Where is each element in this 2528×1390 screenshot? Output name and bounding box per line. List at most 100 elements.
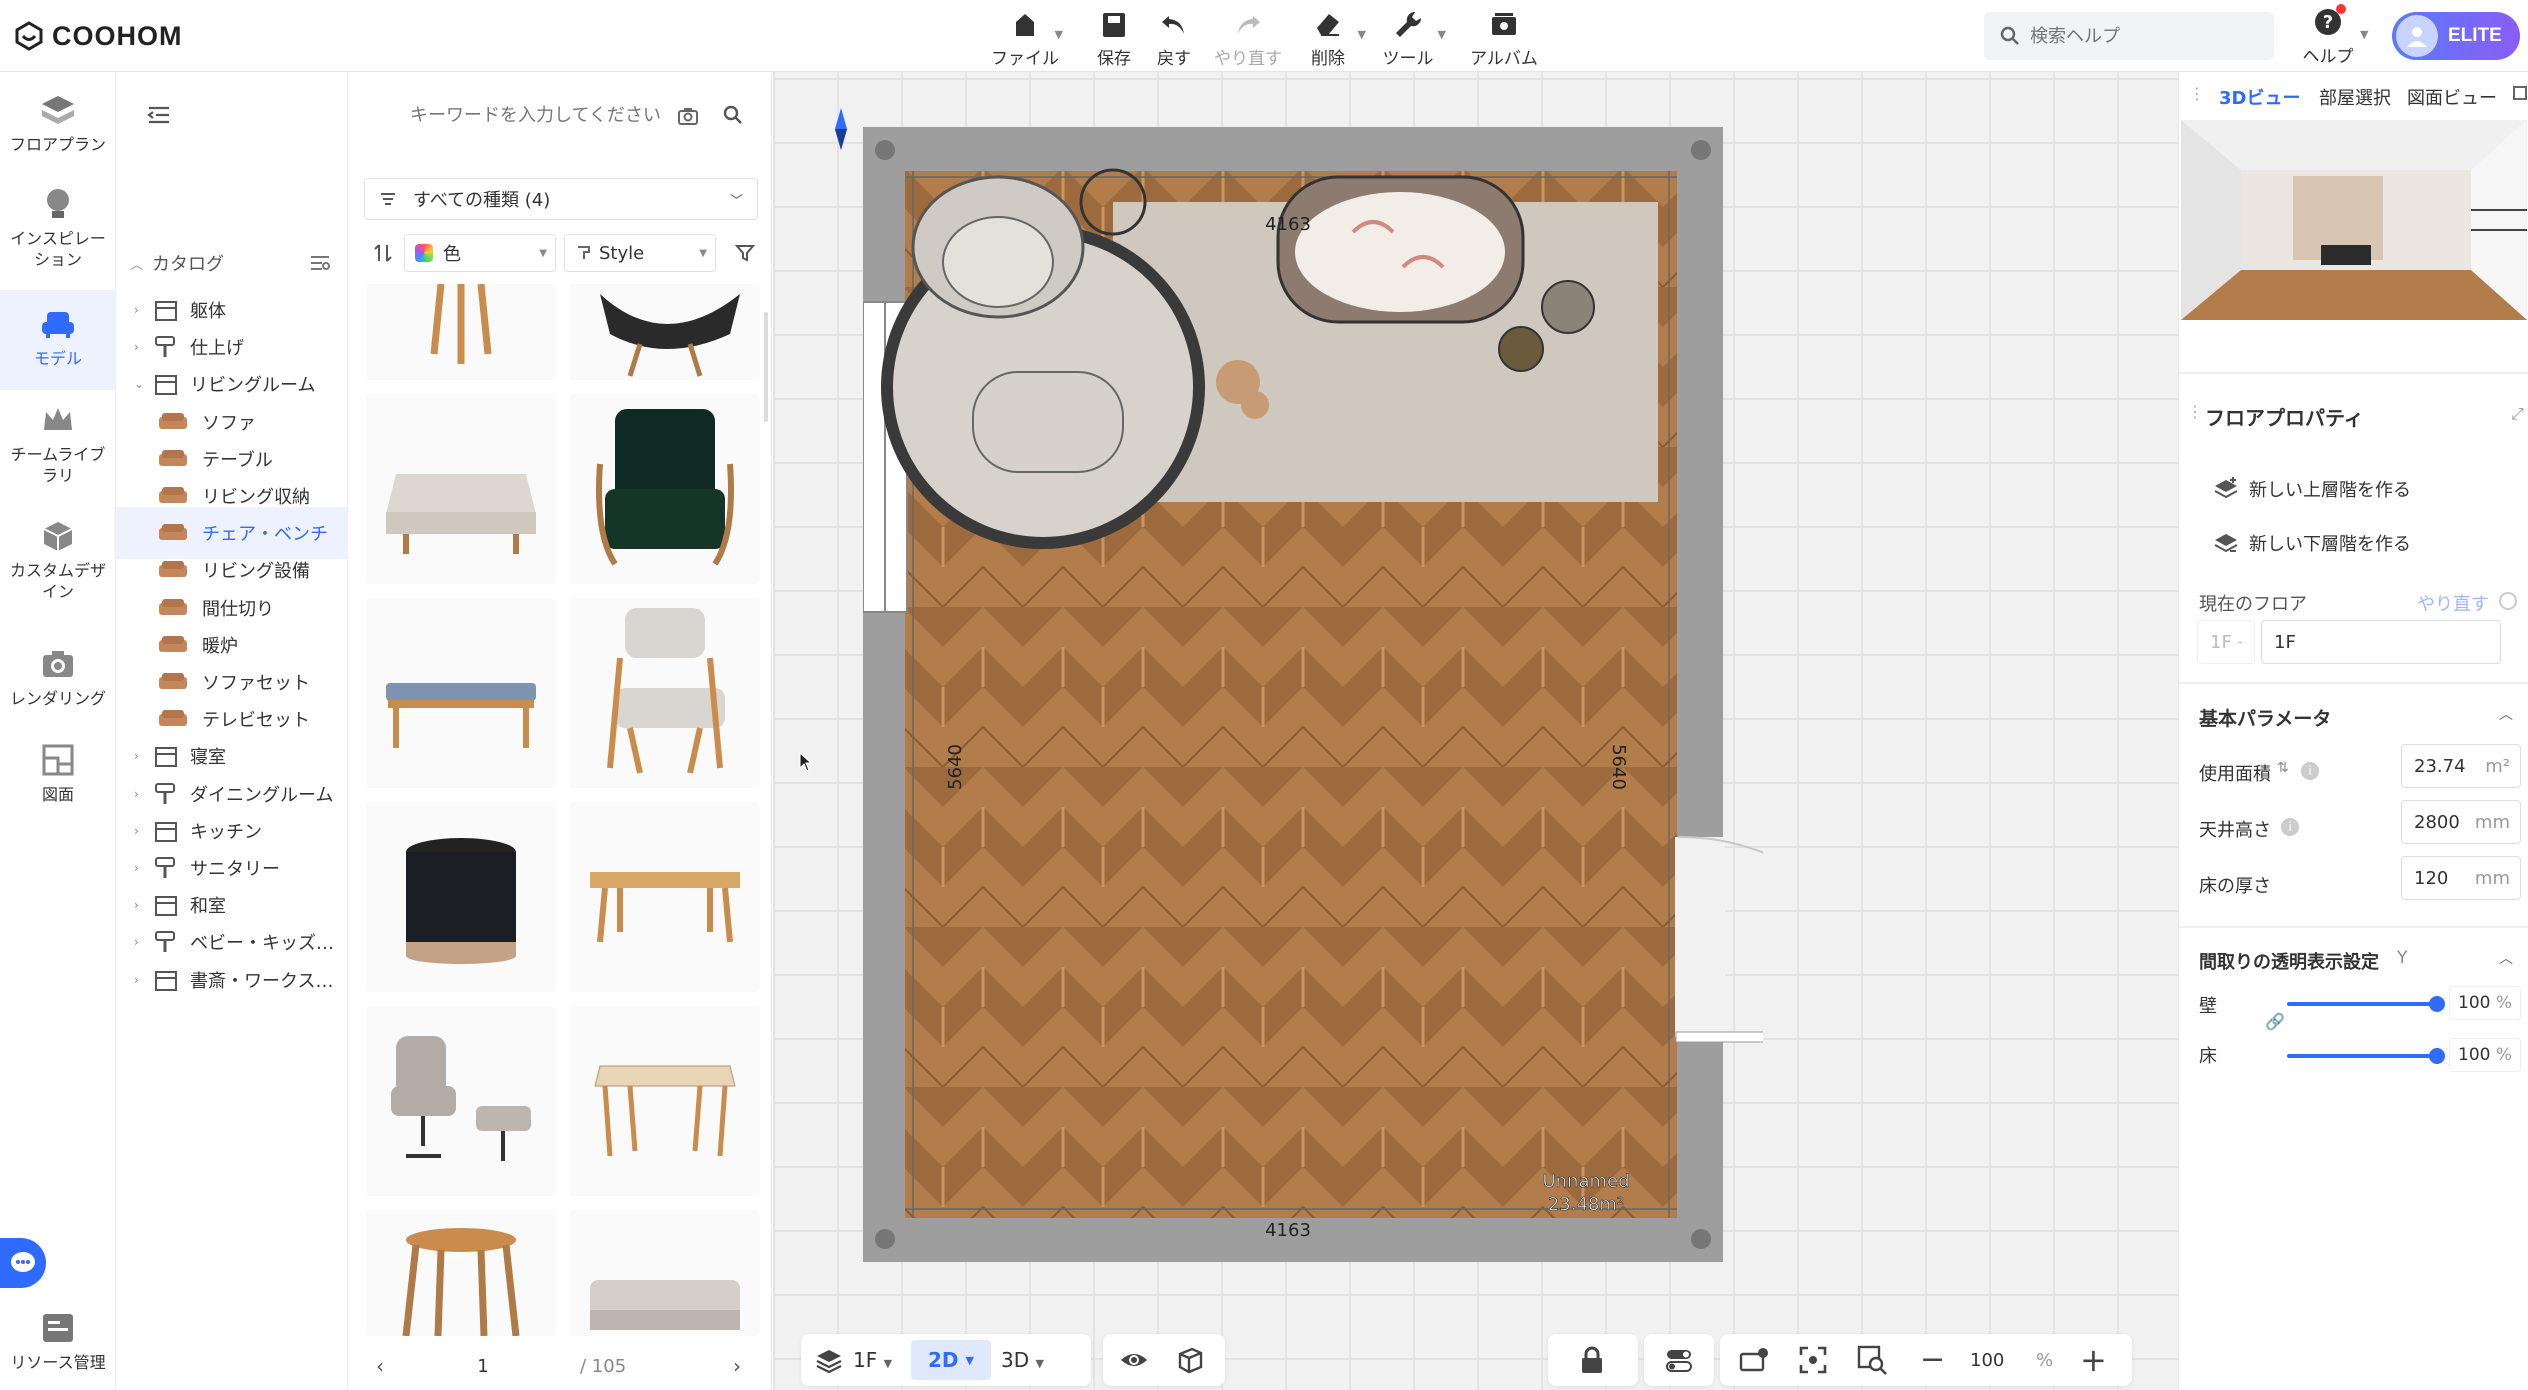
catalog-settings-icon[interactable] [308,251,332,275]
box-view-icon[interactable] [1175,1345,1205,1375]
slider-handle[interactable] [2429,996,2445,1012]
album-button[interactable]: アルバム [1464,6,1544,69]
expand-panel-icon[interactable] [2513,86,2527,100]
zoom-in-button[interactable]: + [2080,1344,2107,1376]
product-thumbnail[interactable] [570,802,760,992]
delete-button[interactable]: 削除 ▼ [1288,6,1368,69]
floor-name-input[interactable]: 1F [2261,620,2501,664]
fit-view-icon[interactable] [1798,1345,1828,1375]
search-icon[interactable] [722,104,744,126]
new-lower-floor-button[interactable]: 新しい下層階を作る [2213,530,2411,556]
image-search-camera-icon[interactable] [676,104,700,128]
area-unit: m² [2485,755,2510,777]
rail-item-model[interactable]: モデル [0,290,116,390]
product-thumbnail[interactable] [570,1210,760,1336]
eye-icon[interactable] [1119,1345,1149,1375]
layers-icon[interactable] [815,1346,843,1374]
product-thumbnail[interactable] [570,394,760,584]
3d-preview[interactable] [2181,120,2527,368]
prev-page-icon[interactable]: ‹ [376,1354,384,1378]
help-search-box[interactable] [1984,12,2274,60]
product-thumbnail[interactable] [366,284,556,380]
view-2d-toggle[interactable]: 2D ▼ [911,1340,991,1380]
rail-item-custom-design[interactable]: カスタムデザイン [0,516,116,626]
product-thumbnail[interactable] [366,802,556,992]
redo-button[interactable]: やり直す [1208,6,1288,69]
chevron-down-icon[interactable]: ▼ [2360,28,2368,41]
drag-handle-icon[interactable]: ⋮ [2189,84,2205,103]
rail-label: モデル [33,349,82,368]
design-canvas[interactable]: 4163 4163 5640 5640 Unnamed 23.48m² 1F ▼… [773,72,2178,1390]
style-filter-dropdown[interactable]: Style ▼ [564,234,716,272]
wall-transparency-slider[interactable] [2287,996,2445,1012]
product-thumbnail[interactable] [570,284,760,380]
expand-icon[interactable]: ⤢ [2511,404,2524,424]
product-thumbnail[interactable] [366,1006,556,1196]
product-thumbnail[interactable] [366,598,556,788]
floor-properties-title: フロアプロパティ [2205,406,2364,430]
rail-item-floorplan[interactable]: フロアプラン [0,90,116,180]
view-3d-toggle[interactable]: 3D ▼ [1001,1348,1044,1372]
keyword-search-input[interactable] [410,98,700,132]
file-menu-button[interactable]: ファイル ▼ [985,6,1065,69]
floor-thickness-input[interactable]: 120 mm [2401,856,2521,900]
room-name-label: Unnamed [1542,1171,1629,1192]
drag-handle-icon[interactable]: ⋮ [2187,402,2203,421]
floor-selector[interactable]: 1F ▼ [853,1348,892,1372]
funnel-filter-icon[interactable] [734,242,756,264]
chevron-up-icon[interactable]: ︿ [2499,948,2513,968]
sort-icon[interactable] [372,242,394,264]
account-badge[interactable]: ELITE [2392,12,2520,60]
rail-item-drawing[interactable]: 図面 [0,740,116,830]
tab-3d-view[interactable]: 3Dビュー [2219,84,2300,110]
next-page-icon[interactable]: › [733,1354,741,1378]
page-current-input[interactable]: 1 [458,1356,508,1377]
slider-handle[interactable] [2429,1048,2445,1064]
type-filter-dropdown[interactable]: すべての種類 (4) ﹀ [364,178,758,220]
floorplan-drawing[interactable]: 4163 4163 5640 5640 Unnamed 23.48m² [863,127,1763,1342]
rail-item-team-library[interactable]: チームライブラリ [0,400,116,510]
sort-arrows-icon[interactable]: ⇅ [2277,760,2289,776]
basic-params-title: 基本パラメータ [2199,708,2332,730]
tab-drawing-view[interactable]: 図面ビュー [2407,84,2497,110]
tab-room-select[interactable]: 部屋選択 [2319,84,2391,110]
product-list-scrollbar[interactable] [764,312,768,422]
toggle-settings-icon[interactable] [1664,1345,1694,1375]
help-button[interactable]: ? ヘルプ [2300,4,2356,68]
question-icon: ? [2312,4,2346,38]
rail-item-resource-manager[interactable]: リソース管理 [0,1308,116,1388]
product-thumbnail[interactable] [366,394,556,584]
collapse-panel-icon[interactable] [146,102,172,128]
catalog-header[interactable]: ︿ カタログ [116,242,348,284]
rail-item-inspiration[interactable]: インスピレーション [0,184,116,284]
product-thumbnail[interactable] [366,1210,556,1336]
link-icon[interactable]: 🔗 [2265,1012,2285,1031]
chevron-up-icon[interactable]: ︿ [2499,704,2513,724]
lock-icon[interactable] [1578,1345,1606,1375]
zoom-out-button[interactable]: − [1920,1345,1945,1375]
undo-button[interactable]: 戻す [1134,6,1214,69]
camera-settings-icon[interactable] [1738,1345,1770,1375]
product-thumbnail[interactable] [570,1006,760,1196]
zoom-input[interactable]: 100 % [1956,1340,2056,1380]
color-filter-label: 色 [443,244,461,265]
rail-item-rendering[interactable]: レンダリング [0,644,116,734]
catalog-item[interactable]: › 書斎・ワークス… [116,954,348,1006]
wall-transparency-input[interactable]: 100 % [2449,986,2521,1020]
new-upper-floor-button[interactable]: 新しい上層階を作る [2213,476,2411,502]
ceiling-height-input[interactable]: 2800 mm [2401,800,2521,844]
keyword-search-bar [348,72,772,158]
color-filter-dropdown[interactable]: 色 ▼ [404,234,556,272]
floor-transparency-slider[interactable] [2287,1048,2445,1064]
catalog-item-label: リビング設備 [202,561,310,583]
floor-transparency-input[interactable]: 100 % [2449,1038,2521,1072]
chat-support-button[interactable] [0,1238,46,1288]
tools-menu-button[interactable]: ツール ▼ [1368,6,1448,69]
zoom-fit-icon[interactable] [1856,1344,1888,1376]
help-search-input[interactable] [2030,25,2260,47]
subcategory-thumbnail-icon [156,482,190,510]
area-input[interactable]: 23.74 m² [2401,744,2521,788]
redo-link[interactable]: やり直す [2417,590,2489,616]
app-logo[interactable]: COOHOM [14,16,183,56]
product-thumbnail[interactable] [570,598,760,788]
